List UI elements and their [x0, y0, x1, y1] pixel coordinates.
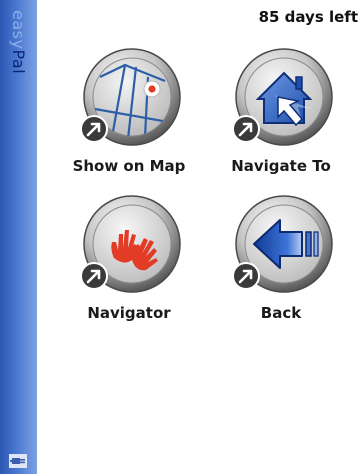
- house-arrow-icon: [232, 48, 333, 146]
- navigator-label: Navigator: [87, 304, 171, 322]
- back-label: Back: [260, 304, 302, 322]
- back-arrow-icon: [232, 195, 333, 293]
- app-brand: easyPal: [4, 10, 32, 74]
- navigator-button[interactable]: Navigator: [54, 194, 204, 322]
- hands-icon: [80, 195, 181, 293]
- navigate-to-label: Navigate To: [231, 157, 331, 175]
- show-on-map-button[interactable]: Show on Map: [54, 47, 204, 175]
- map-icon: [80, 48, 181, 146]
- back-button[interactable]: Back: [206, 194, 356, 322]
- navigate-to-button[interactable]: Navigate To: [206, 47, 356, 175]
- brand-prefix: easy: [9, 10, 28, 50]
- trial-days-left: 85 days left: [258, 8, 358, 26]
- sidebar: easyPal: [0, 0, 37, 474]
- screen: easyPal 85 days left Show on Map Navigat…: [0, 0, 361, 474]
- plug-icon: [9, 454, 27, 468]
- brand-suffix: Pal: [9, 49, 28, 75]
- show-on-map-label: Show on Map: [72, 157, 186, 175]
